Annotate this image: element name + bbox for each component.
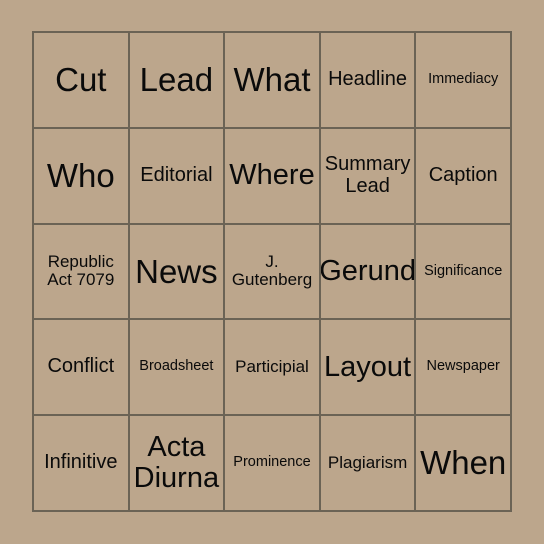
bingo-cell[interactable]: J. Gutenberg xyxy=(225,224,321,321)
bingo-cell[interactable]: Editorial xyxy=(129,128,226,225)
bingo-cell[interactable]: Immediacy xyxy=(416,33,512,129)
bingo-cell[interactable]: Participial xyxy=(225,320,321,417)
bingo-cell[interactable]: Newspaper xyxy=(416,320,512,417)
bingo-cell[interactable]: Conflict xyxy=(34,320,130,417)
bingo-cell[interactable]: Acta Diurna xyxy=(129,416,226,512)
bingo-cell[interactable]: When xyxy=(416,416,512,512)
bingo-cell[interactable]: Plagiarism xyxy=(320,416,417,512)
bingo-cell[interactable]: Layout xyxy=(320,320,417,417)
bingo-cell[interactable]: Infinitive xyxy=(34,416,130,512)
bingo-cell[interactable]: Lead xyxy=(129,33,226,129)
bingo-cell[interactable]: News xyxy=(129,224,226,321)
bingo-cell[interactable]: Broadsheet xyxy=(129,320,226,417)
bingo-cell[interactable]: Headline xyxy=(320,33,417,129)
bingo-card: Cut Lead What Headline Immediacy Who Editorial… xyxy=(32,31,512,512)
bingo-cell[interactable]: Who xyxy=(34,128,130,225)
bingo-cell[interactable]: Significance xyxy=(416,224,512,321)
bingo-cell[interactable]: What xyxy=(225,33,321,129)
bingo-cell[interactable]: Cut xyxy=(34,33,130,129)
bingo-cell[interactable]: Republic Act 7079 xyxy=(34,224,130,321)
bingo-cell[interactable]: Summary Lead xyxy=(320,128,417,225)
bingo-cell[interactable]: Prominence xyxy=(225,416,321,512)
bingo-cell[interactable]: Where xyxy=(225,128,321,225)
bingo-cell[interactable]: Gerund xyxy=(320,224,417,321)
bingo-cell[interactable]: Caption xyxy=(416,128,512,225)
